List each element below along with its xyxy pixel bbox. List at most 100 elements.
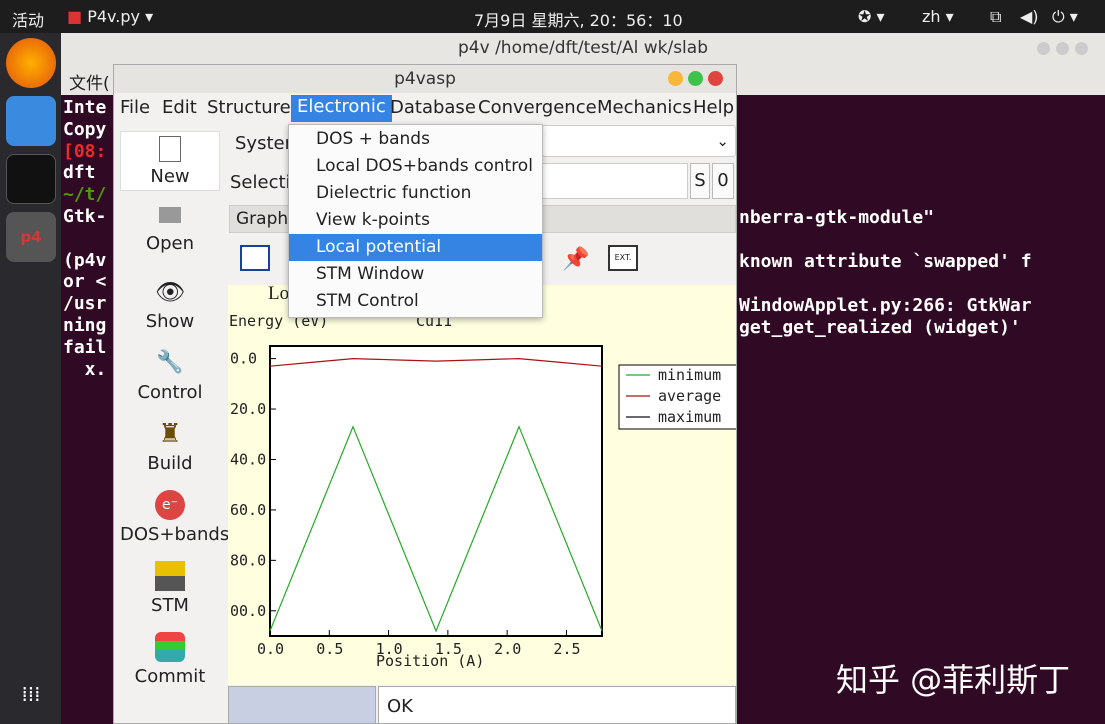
- menu-item-dielectric-function[interactable]: Dielectric function: [289, 180, 542, 207]
- control-label: Control: [137, 382, 203, 403]
- app-name: P4v.py ▾: [87, 7, 154, 26]
- menu-electronic[interactable]: Electronic: [291, 95, 392, 122]
- app-menu[interactable]: ■ P4v.py ▾: [67, 7, 153, 26]
- local-potential-chart: Lo dir.)Energy (eV)Cu11Position (A)0.00.…: [229, 283, 738, 670]
- stm-label: STM: [151, 595, 189, 616]
- top-bar: 活动 ■ P4v.py ▾ 7月9日 星期六, 20：56：10 ✪ ▾ zh …: [0, 0, 1105, 33]
- s-button[interactable]: S: [690, 163, 710, 199]
- menubar: File Edit Structure Electronic Database …: [114, 93, 736, 123]
- activities-button[interactable]: 活动: [12, 7, 44, 31]
- volume-icon[interactable]: ◀): [1020, 7, 1039, 26]
- watermark: 知乎 @菲利斯丁: [836, 661, 1071, 699]
- commit-button[interactable]: Commit: [120, 632, 220, 687]
- dos-bands-button[interactable]: e⁻ DOS+bands: [120, 490, 229, 545]
- menu-item-stm-window[interactable]: STM Window: [289, 261, 542, 288]
- menu-item-local-dos-bands-control[interactable]: Local DOS+bands control: [289, 153, 542, 180]
- network-icon[interactable]: ⧉: [990, 7, 1001, 27]
- terminal-line: or <: [63, 271, 107, 293]
- menu-item-view-k-points[interactable]: View k-points: [289, 207, 542, 234]
- app-icon: ■: [67, 7, 83, 26]
- apps-grid-icon[interactable]: ⁞⁞⁞: [6, 669, 56, 719]
- y-tick-label: 60.0: [230, 501, 266, 519]
- terminal-window-controls[interactable]: [1037, 41, 1097, 55]
- plot-area[interactable]: Lo dir.)Energy (eV)Cu11Position (A)0.00.…: [228, 283, 738, 685]
- stm-button[interactable]: STM: [120, 561, 220, 616]
- window-controls: [668, 71, 728, 87]
- menu-edit[interactable]: Edit: [162, 97, 197, 118]
- terminal-icon[interactable]: [6, 154, 56, 204]
- new-button[interactable]: New: [120, 131, 220, 191]
- firefox-icon[interactable]: [6, 38, 56, 88]
- x-tick-label: 1.0: [376, 640, 403, 658]
- menu-item-stm-control[interactable]: STM Control: [289, 288, 542, 315]
- terminal-line: Inte: [63, 97, 107, 118]
- graph-icon[interactable]: [240, 245, 270, 271]
- maximize-button[interactable]: [688, 71, 703, 86]
- menu-help[interactable]: Help: [693, 97, 734, 118]
- terminal-line-right: get_get_realized (widget)': [739, 317, 1021, 338]
- terminal-line: ~/t/: [63, 184, 107, 206]
- terminal-line: fail: [63, 336, 107, 358]
- menu-structure[interactable]: Structure: [207, 97, 291, 118]
- open-button[interactable]: Open: [120, 207, 220, 254]
- terminal-line: /usr: [63, 293, 107, 315]
- menu-database[interactable]: Database: [390, 97, 476, 118]
- selection-input[interactable]: [542, 163, 688, 199]
- terminal-line-right: WindowApplet.py:266: GtkWar: [739, 295, 1032, 316]
- crane-icon: ♜: [158, 419, 182, 449]
- status-bar: OK: [228, 686, 736, 724]
- stm-icon: [155, 561, 185, 591]
- legend-label: minimum: [658, 366, 721, 384]
- legend-label: average: [658, 387, 721, 405]
- terminal-line: dft: [63, 162, 107, 184]
- terminal-line-right: nberra-gtk-module": [739, 207, 935, 228]
- status-field: OK: [378, 686, 736, 724]
- p4vasp-icon[interactable]: p4: [6, 212, 56, 262]
- terminal-line-right: known attribute `swapped' f: [739, 251, 1032, 272]
- menu-item-local-potential[interactable]: Local potential: [289, 234, 542, 261]
- y-tick-label: 40.0: [230, 450, 266, 468]
- sidebar: New Open 👁 Show 🔧 Control ♜ Build e⁻ DOS+ban…: [120, 131, 229, 721]
- x-tick-label: 2.5: [553, 640, 580, 658]
- x-tick-label: 0.0: [257, 640, 284, 658]
- finder-icon[interactable]: [6, 96, 56, 146]
- terminal-line: Gtk-: [63, 206, 107, 227]
- tab-graph[interactable]: Graph: [236, 209, 288, 229]
- terminal-line: Copy: [63, 118, 107, 140]
- x-tick-label: 0.5: [316, 640, 343, 658]
- pin-icon[interactable]: 📌: [562, 247, 592, 275]
- menu-file[interactable]: 文件(: [69, 69, 110, 94]
- terminal-title: p4v /home/dft/test/Al wk/slab: [61, 33, 1105, 63]
- menu-file[interactable]: File: [120, 97, 150, 118]
- menu-convergence[interactable]: Convergence: [478, 97, 597, 118]
- x-tick-label: 2.0: [494, 640, 521, 658]
- clock[interactable]: 7月9日 星期六, 20：56：10: [474, 7, 683, 31]
- build-button[interactable]: ♜ Build: [120, 419, 220, 474]
- language-selector[interactable]: zh ▾: [922, 7, 954, 26]
- close-button[interactable]: [708, 71, 723, 86]
- eye-icon: 👁: [155, 278, 186, 306]
- accessibility-icon[interactable]: ✪ ▾: [858, 7, 885, 26]
- zero-button[interactable]: 0: [712, 163, 734, 199]
- minimize-button[interactable]: [668, 71, 683, 86]
- power-icon[interactable]: ⏻ ▾: [1052, 7, 1078, 27]
- window-title: p4vasp: [114, 65, 736, 93]
- terminal-line: [08:: [63, 140, 107, 162]
- menu-mechanics[interactable]: Mechanics: [597, 97, 692, 118]
- dock: p4 ⁞⁞⁞: [0, 33, 61, 724]
- plot-frame: [269, 345, 603, 637]
- control-button[interactable]: 🔧 Control: [120, 348, 220, 403]
- new-label: New: [150, 166, 190, 187]
- database-commit-icon: [155, 632, 185, 662]
- terminal-line: x.: [63, 358, 107, 380]
- menu-item-dos-bands[interactable]: DOS + bands: [289, 126, 542, 153]
- y-tick-label: 0.0: [230, 350, 257, 368]
- system-select[interactable]: ⌄: [542, 125, 736, 157]
- export-icon[interactable]: EXT.: [608, 245, 638, 271]
- x-tick-label: 1.5: [435, 640, 462, 658]
- terminal-line: (p4v: [63, 249, 107, 271]
- terminal-line: ning: [63, 315, 107, 336]
- progress-bar: [228, 686, 376, 724]
- electronic-menu-dropdown: DOS + bands Local DOS+bands control Diel…: [288, 124, 543, 318]
- show-button[interactable]: 👁 Show: [120, 277, 220, 332]
